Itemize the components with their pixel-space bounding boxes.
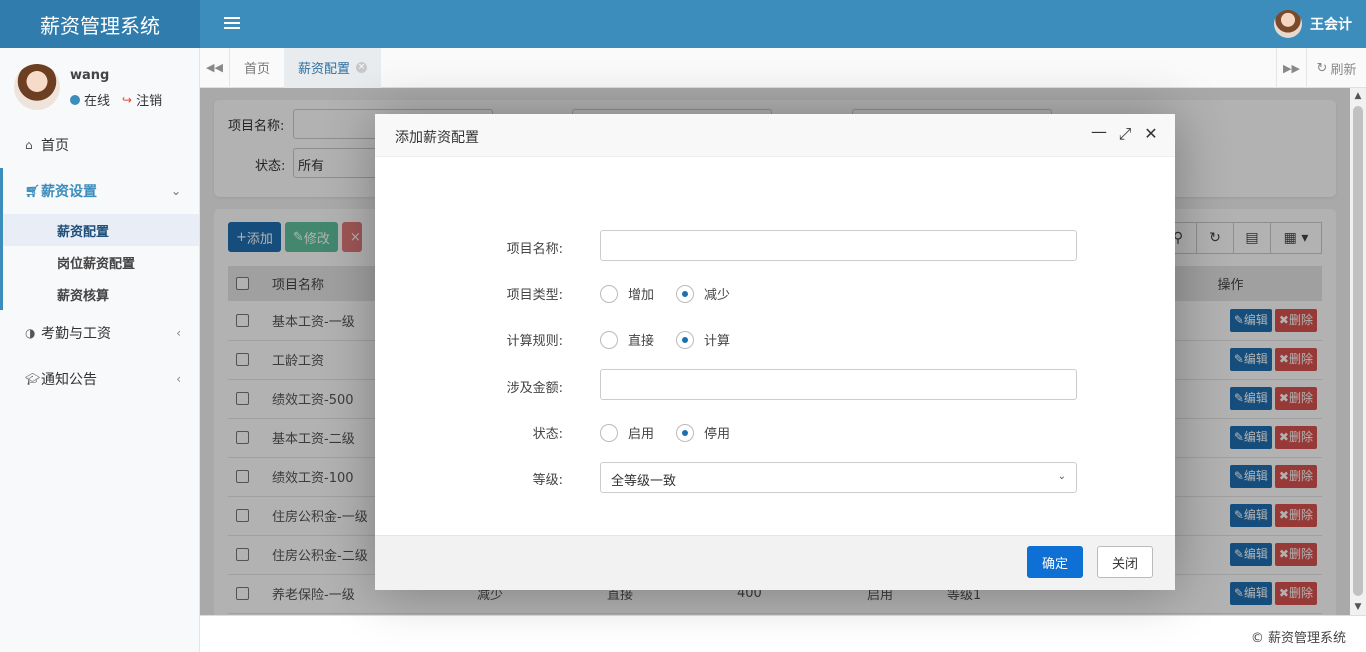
half-circle-icon: ◑ bbox=[25, 326, 36, 340]
chevron-left-icon: ‹ bbox=[176, 372, 181, 386]
footer-copyright: © 薪资管理系统 bbox=[1250, 631, 1346, 646]
rule-calc-label: 计算 bbox=[704, 334, 731, 349]
home-icon: ⌂ bbox=[25, 138, 33, 152]
logout-link[interactable]: 注销 bbox=[136, 90, 162, 109]
item-type-radio-group: 增加 减少 bbox=[600, 284, 752, 303]
status-disabled-radio[interactable] bbox=[676, 423, 695, 442]
rule-direct-label: 直接 bbox=[628, 334, 655, 349]
close-button[interactable]: 关闭 bbox=[1097, 546, 1153, 578]
calc-rule-radio-group: 直接 计算 bbox=[600, 330, 752, 349]
tab-label: 薪资配置 bbox=[298, 62, 351, 77]
tabs-bar: ◀◀ 首页 薪资配置 × ▶▶ ↻ 刷新 bbox=[200, 47, 1366, 88]
sidebar-item-notices[interactable]: 🎓︎ 通知公告 ‹ bbox=[0, 356, 199, 402]
avatar bbox=[1274, 10, 1302, 38]
scroll-up-icon[interactable]: ▲ bbox=[1350, 88, 1366, 104]
page-scrollbar[interactable]: ▲ ▼ bbox=[1350, 88, 1366, 615]
sidebar-subitem-salary-config[interactable]: 薪资配置 bbox=[3, 214, 199, 246]
status-enabled-label: 启用 bbox=[628, 427, 655, 442]
refresh-tab-button[interactable]: ↻ 刷新 bbox=[1306, 48, 1366, 88]
sidebar-item-label: 考勤与工资 bbox=[41, 326, 111, 342]
rule-label: 计算规则: bbox=[506, 334, 563, 349]
footer: © 薪资管理系统 bbox=[200, 615, 1366, 652]
scroll-down-icon[interactable]: ▼ bbox=[1350, 599, 1366, 615]
tab-home[interactable]: 首页 bbox=[230, 48, 284, 88]
sidebar-item-salary-settings[interactable]: 🛒︎ 薪资设置 ⌄ bbox=[0, 168, 199, 214]
salary-settings-submenu: 薪资配置 岗位薪资配置 薪资核算 bbox=[0, 214, 199, 310]
sidebar-item-attendance[interactable]: ◑ 考勤与工资 ‹ bbox=[0, 310, 199, 356]
dialog-body: 项目名称: 项目类型: 增加 减少 计算规则: 直接 计算 涉及金额: 状态: … bbox=[375, 157, 1175, 535]
current-user-name: 王会计 bbox=[1310, 17, 1352, 33]
name-label: 项目名称: bbox=[506, 242, 563, 257]
close-icon[interactable]: ✕ bbox=[1141, 124, 1161, 146]
chevron-down-icon: ⌄ bbox=[170, 184, 181, 198]
status-label: 状态: bbox=[532, 427, 563, 442]
status-disabled-label: 停用 bbox=[704, 427, 731, 442]
close-tab-icon[interactable]: × bbox=[356, 62, 368, 73]
sidebar-item-label: 首页 bbox=[41, 138, 69, 154]
chevron-down-icon: ⌄ bbox=[1057, 471, 1066, 482]
maximize-icon[interactable]: ⤢ bbox=[1115, 124, 1135, 146]
graduation-cap-icon: 🎓︎ bbox=[25, 372, 41, 386]
sidebar-item-label: 通知公告 bbox=[41, 372, 97, 388]
online-status-icon bbox=[70, 94, 80, 105]
item-name-input[interactable] bbox=[600, 230, 1077, 261]
sidebar-item-home[interactable]: ⌂ 首页 bbox=[0, 122, 199, 168]
online-status-label: 在线 bbox=[84, 94, 111, 109]
level-select-value: 全等级一致 bbox=[611, 474, 677, 489]
amount-label: 涉及金额: bbox=[506, 381, 563, 396]
sidebar-username: wang bbox=[70, 68, 110, 83]
cart-icon: 🛒︎ bbox=[25, 184, 41, 198]
refresh-icon: ↻ bbox=[1316, 60, 1328, 76]
tab-salary-config[interactable]: 薪资配置 × bbox=[284, 47, 382, 88]
app-brand: 薪资管理系统 bbox=[0, 0, 200, 48]
menu-toggle-icon[interactable] bbox=[224, 14, 240, 34]
rule-calc-radio[interactable] bbox=[676, 330, 695, 349]
minimize-icon[interactable]: — bbox=[1089, 122, 1109, 144]
tabs-scroll-left-icon[interactable]: ◀◀ bbox=[200, 47, 230, 88]
add-salary-config-dialog: 添加薪资配置 — ⤢ ✕ 项目名称: 项目类型: 增加 减少 计算规则: 直接 … bbox=[375, 114, 1175, 590]
level-select[interactable]: 全等级一致 ⌄ bbox=[600, 462, 1077, 493]
avatar bbox=[14, 64, 60, 110]
sidebar: wang 在线 ↪ 注销 ⌂ 首页 🛒︎ 薪资设置 ⌄ 薪资配置 岗位薪资配置 … bbox=[0, 48, 200, 652]
amount-input[interactable] bbox=[600, 369, 1077, 400]
dialog-footer: 确定 关闭 bbox=[375, 535, 1175, 590]
sidebar-item-label: 薪资设置 bbox=[41, 184, 97, 200]
dialog-title: 添加薪资配置 bbox=[395, 130, 479, 146]
sidebar-subitem-salary-calc[interactable]: 薪资核算 bbox=[3, 278, 199, 310]
status-radio-group: 启用 停用 bbox=[600, 423, 752, 442]
type-increase-radio[interactable] bbox=[600, 284, 618, 303]
scroll-thumb[interactable] bbox=[1353, 106, 1363, 596]
tabs-scroll-right-icon[interactable]: ▶▶ bbox=[1276, 48, 1306, 88]
refresh-label: 刷新 bbox=[1330, 62, 1357, 78]
chevron-left-icon: ‹ bbox=[176, 326, 181, 340]
confirm-button[interactable]: 确定 bbox=[1027, 546, 1083, 578]
top-navbar: 王会计 bbox=[200, 0, 1366, 48]
sidebar-subitem-position-salary[interactable]: 岗位薪资配置 bbox=[3, 246, 199, 278]
user-panel: wang 在线 ↪ 注销 bbox=[0, 48, 199, 124]
rule-direct-radio[interactable] bbox=[600, 330, 618, 349]
user-menu[interactable]: 王会计 bbox=[1274, 10, 1352, 38]
level-label: 等级: bbox=[532, 473, 563, 488]
type-decrease-label: 减少 bbox=[704, 288, 731, 303]
type-increase-label: 增加 bbox=[628, 288, 655, 303]
type-label: 项目类型: bbox=[506, 288, 563, 303]
type-decrease-radio[interactable] bbox=[676, 284, 695, 303]
logout-icon[interactable]: ↪ bbox=[122, 93, 132, 107]
dialog-header: 添加薪资配置 — ⤢ ✕ bbox=[375, 114, 1175, 157]
status-enabled-radio[interactable] bbox=[600, 423, 618, 442]
